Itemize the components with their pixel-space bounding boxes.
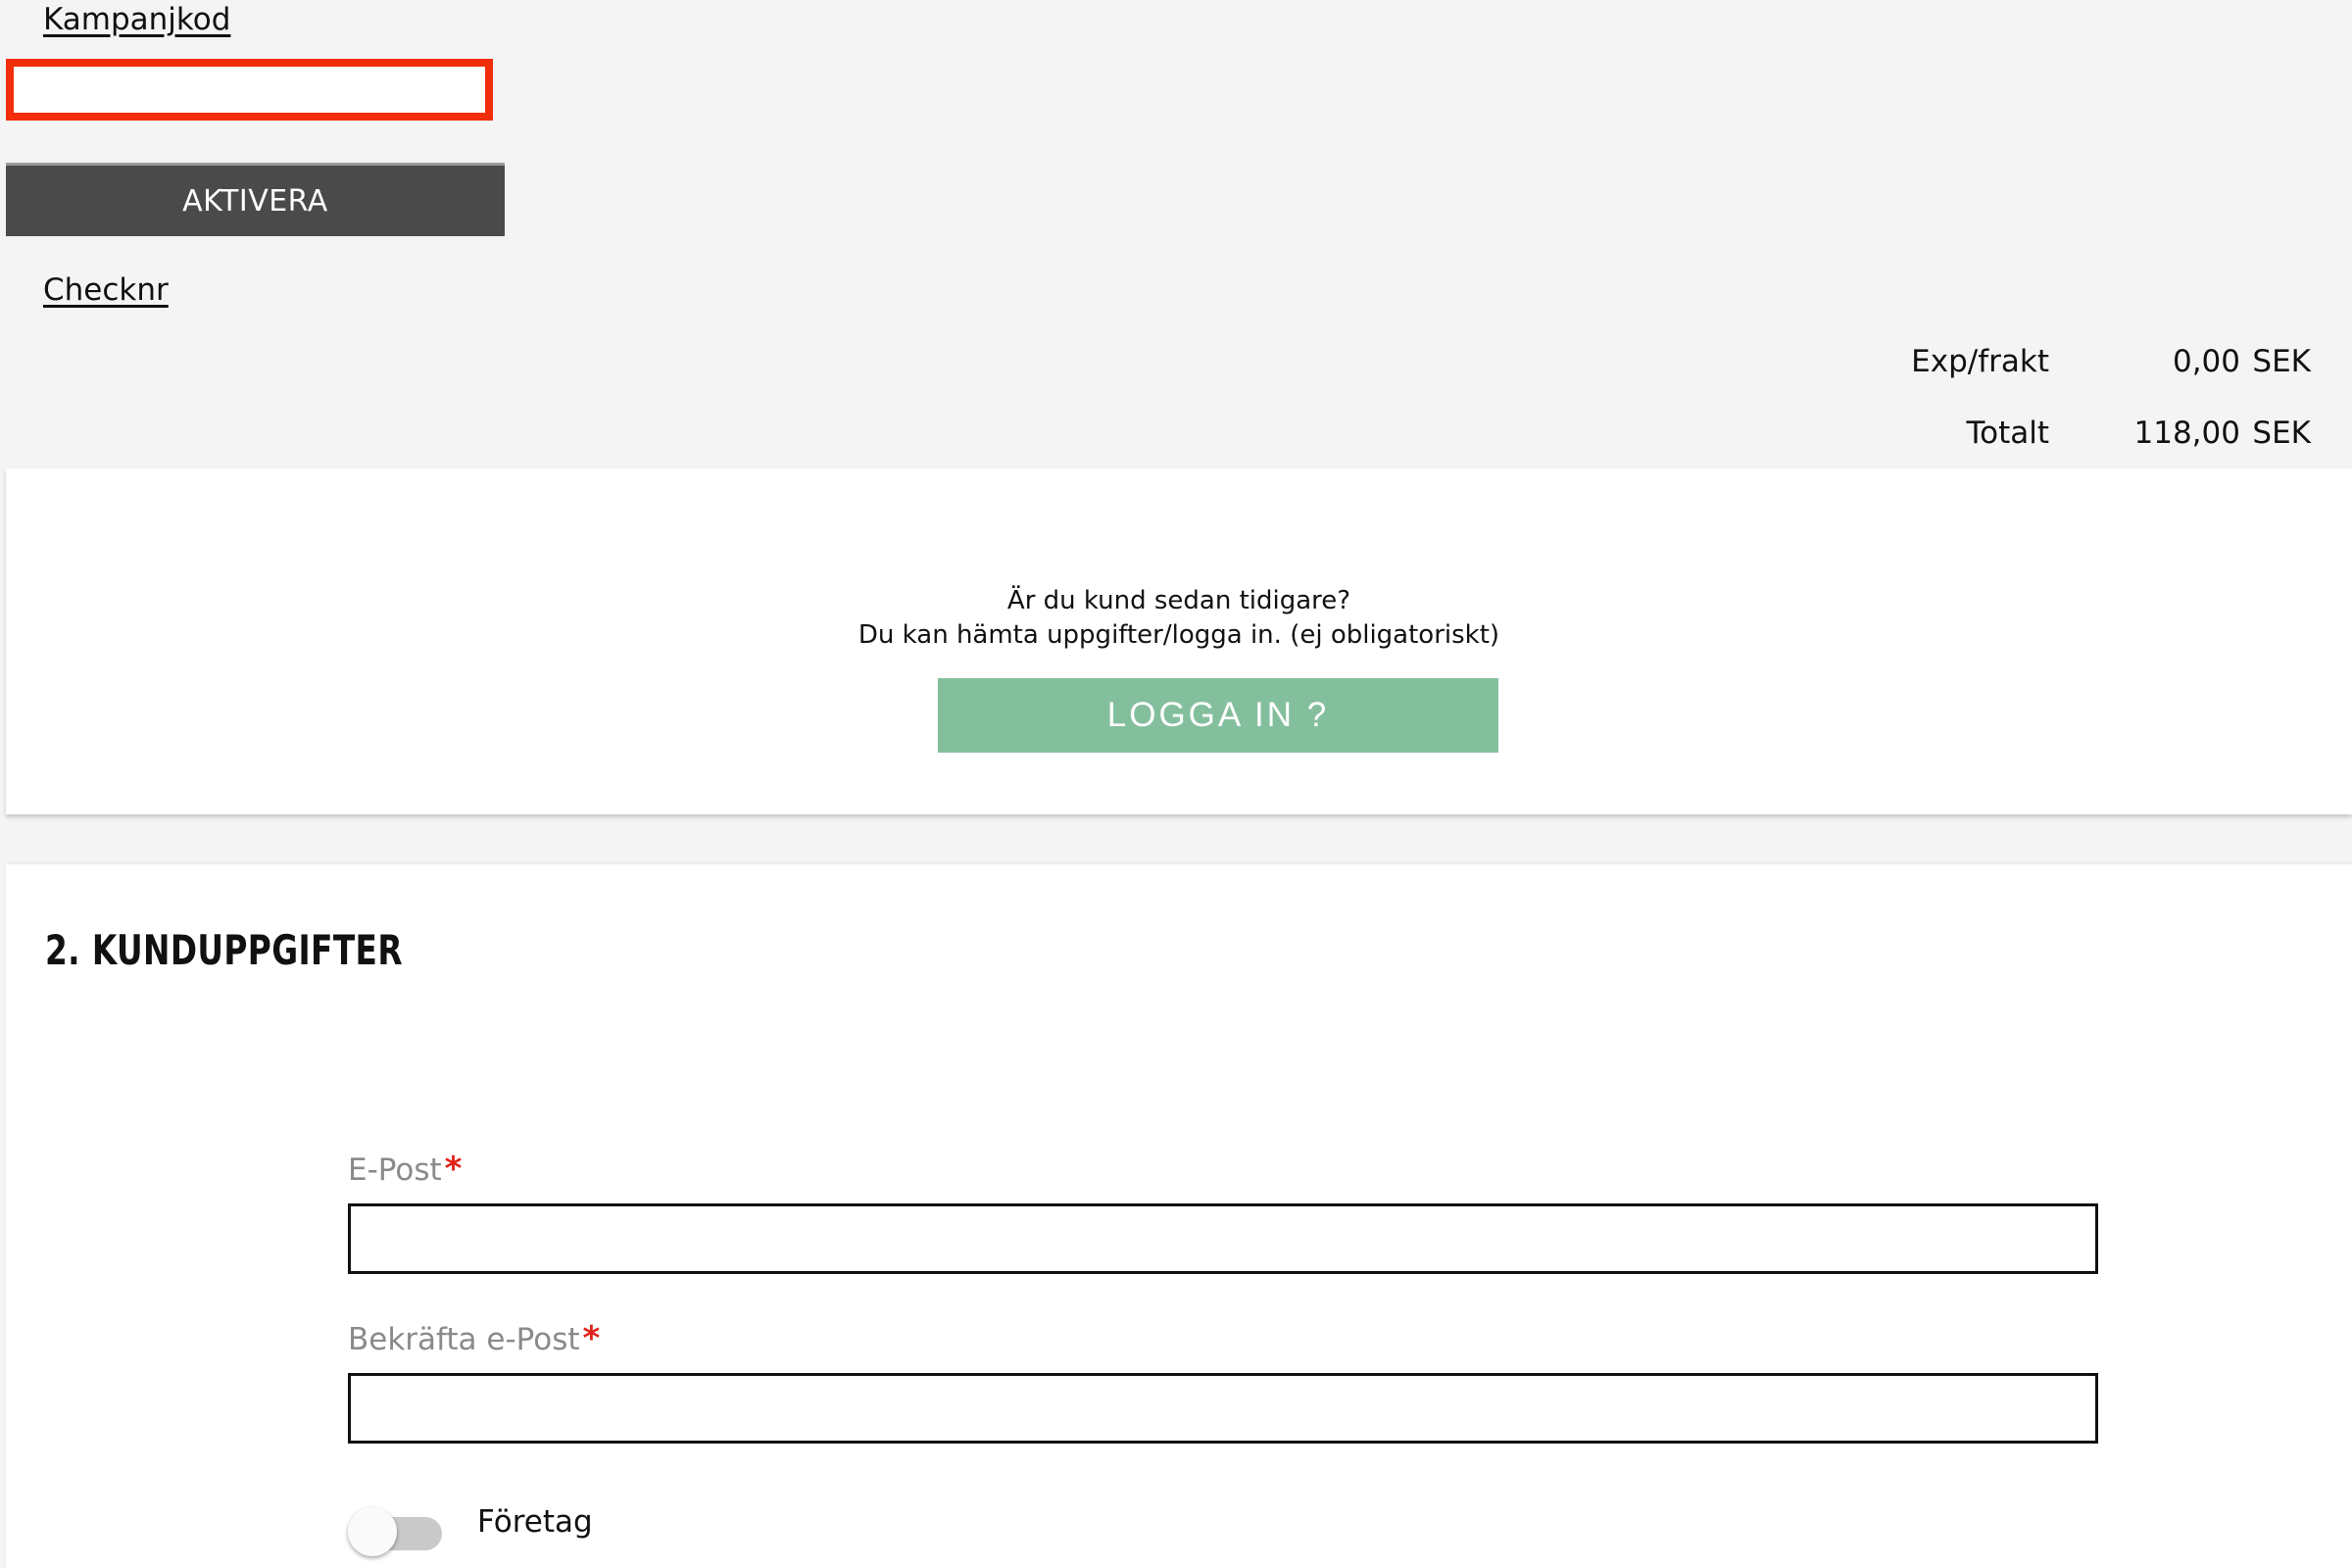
shipping-value: 0,00 [2172,344,2240,379]
email-label-text: E-Post [348,1152,442,1188]
login-button[interactable]: LOGGA IN ? [938,678,1498,753]
confirm-email-field[interactable] [348,1373,2098,1444]
confirm-email-label: Bekräfta e-Post* [348,1319,600,1359]
required-asterisk-icon: * [444,1150,463,1189]
customer-details-section: 2. KUNDUPPGIFTER E-Post* Bekräfta e-Post… [6,864,2352,1568]
section-title: 2. KUNDUPPGIFTER [45,926,403,974]
required-asterisk-icon: * [582,1319,601,1358]
total-label: Totalt [1966,416,2049,451]
total-value: 118,00 [2133,416,2240,451]
email-label: E-Post* [348,1150,462,1190]
login-hint: Du kan hämta uppgifter/logga in. (ej obl… [858,620,1500,650]
email-field[interactable] [348,1203,2098,1274]
campaign-code-link[interactable]: Kampanjkod [43,0,230,39]
company-toggle-label: Företag [477,1504,593,1540]
activate-button[interactable]: AKTIVERA [6,163,505,236]
order-summary: Kampanjkod AKTIVERA Checknr Exp/frakt 0,… [0,0,2352,468]
login-card: Är du kund sedan tidigare? Du kan hämta … [6,468,2352,814]
shipping-label: Exp/frakt [1911,344,2049,379]
returning-customer-question: Är du kund sedan tidigare? [1006,586,1351,615]
check-number-link[interactable]: Checknr [43,270,169,310]
shipping-currency: SEK [2252,344,2311,379]
toggle-knob [348,1507,397,1556]
total-currency: SEK [2252,416,2311,451]
company-toggle[interactable] [348,1501,444,1556]
campaign-code-input[interactable] [6,59,493,121]
confirm-email-label-text: Bekräfta e-Post [348,1322,580,1357]
